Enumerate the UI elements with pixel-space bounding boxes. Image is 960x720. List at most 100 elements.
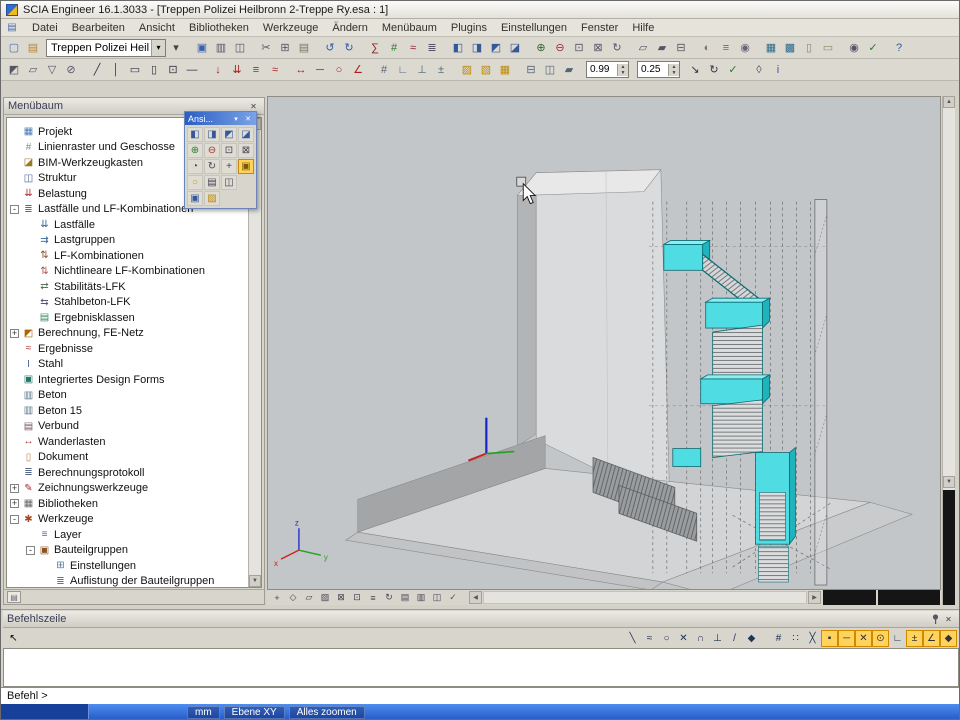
minimized-window-block[interactable]: [943, 490, 955, 605]
print-preview-icon[interactable]: ◫: [231, 39, 249, 57]
minimized-window-bar[interactable]: [878, 590, 940, 605]
column-icon[interactable]: │: [107, 61, 125, 79]
print-view-icon[interactable]: ▥: [413, 591, 429, 605]
wall-icon[interactable]: ▯: [145, 61, 163, 79]
menu-item[interactable]: Fenster: [574, 21, 625, 35]
mesh-icon[interactable]: #: [385, 39, 403, 57]
3d-viewport[interactable]: z x y: [267, 96, 941, 590]
hidden-lines-icon[interactable]: ▨: [317, 591, 333, 605]
wireframe-mode-icon[interactable]: ▱: [301, 591, 317, 605]
measure-icon[interactable]: ±: [432, 61, 450, 79]
status-item[interactable]: Ebene XY: [224, 706, 285, 719]
tree-item[interactable]: - ▣ Bauteilgruppen: [7, 543, 248, 559]
opacity-field[interactable]: 0.99 ▲▼: [586, 61, 629, 78]
view-axo-icon[interactable]: ◪: [238, 127, 254, 142]
status-item[interactable]: mm: [187, 706, 220, 719]
clipping-box-icon[interactable]: ⊟: [672, 39, 690, 57]
catalog-save-icon[interactable]: ▧: [477, 61, 495, 79]
tangent-snap-icon[interactable]: ◆: [940, 630, 957, 647]
tree-item[interactable]: ≡ Layer: [7, 527, 248, 543]
catalog-open-icon[interactable]: ▨: [458, 61, 476, 79]
spinner-arrows[interactable]: ▲▼: [668, 64, 679, 76]
close-icon[interactable]: ✕: [942, 613, 955, 625]
tree-item[interactable]: ⇅ Nichtlineare LF-Kombinationen: [7, 264, 248, 280]
view-top-icon[interactable]: ◩: [487, 39, 505, 57]
tree-item[interactable]: ⇆ Stahlbeton-LFK: [7, 295, 248, 311]
scroll-down-icon[interactable]: ▼: [943, 476, 955, 488]
coord-input-icon[interactable]: +: [269, 591, 285, 605]
results-icon[interactable]: ≈: [404, 39, 422, 57]
new-project-icon[interactable]: ▢: [5, 39, 23, 57]
zoom-out-icon[interactable]: ⊖: [551, 39, 569, 57]
minimized-window-bar[interactable]: [823, 590, 876, 605]
view-front-icon[interactable]: ◧: [187, 127, 203, 142]
grid-toggle-icon[interactable]: #: [770, 630, 787, 647]
temperature-load-icon[interactable]: ≈: [266, 61, 284, 79]
settings-check-icon[interactable]: ✓: [864, 39, 882, 57]
visibility-icon[interactable]: ◉: [736, 39, 754, 57]
catalog-blocks-icon[interactable]: ▦: [496, 61, 514, 79]
wireframe-icon[interactable]: ▱: [634, 39, 652, 57]
tree-item[interactable]: ▥ Beton: [7, 388, 248, 404]
member-icon[interactable]: ╱: [88, 61, 106, 79]
layers-manager-icon[interactable]: ≡: [717, 39, 735, 57]
surface-load-icon[interactable]: ≡: [247, 61, 265, 79]
scale-field[interactable]: 0.25 ▲▼: [637, 61, 680, 78]
snap-circle-icon[interactable]: ○: [658, 630, 675, 647]
grid-settings-icon[interactable]: #: [375, 61, 393, 79]
view-axo-icon[interactable]: ◪: [506, 39, 524, 57]
tree-item[interactable]: I Stahl: [7, 357, 248, 373]
filter-icon[interactable]: ▽: [43, 61, 61, 79]
scale-field-value[interactable]: 0.25: [638, 64, 668, 75]
palette-title-bar[interactable]: Ansi... ▾ ✕: [185, 112, 256, 125]
section-view-icon[interactable]: ⊟: [522, 61, 540, 79]
lock-view-icon[interactable]: ◊: [750, 61, 768, 79]
command-panel-header[interactable]: Befehlszeile ✕: [3, 611, 959, 628]
view-side-icon[interactable]: ◨: [204, 127, 220, 142]
draw-circle-icon[interactable]: ○: [330, 61, 348, 79]
intersection-snap-icon[interactable]: ✕: [855, 630, 872, 647]
rotate-view-icon[interactable]: ↻: [608, 39, 626, 57]
rotate-view-icon[interactable]: ↻: [204, 159, 220, 174]
scroll-left-icon[interactable]: ◀: [469, 591, 482, 604]
ortho-mode-icon[interactable]: ∟: [394, 61, 412, 79]
snap-slope-icon[interactable]: /: [726, 630, 743, 647]
menu-item[interactable]: Bibliotheken: [182, 21, 256, 35]
pin-icon[interactable]: [929, 613, 942, 625]
snapshot-icon[interactable]: ◉: [845, 39, 863, 57]
light-icon[interactable]: ○: [187, 175, 203, 190]
close-icon[interactable]: ✕: [243, 115, 253, 123]
print-icon[interactable]: ▥: [212, 39, 230, 57]
menu-item[interactable]: Menübaum: [375, 21, 444, 35]
project-combo[interactable]: Treppen Polizei Heil ▾: [46, 39, 166, 57]
redo-icon[interactable]: ↻: [340, 39, 358, 57]
menu-item[interactable]: Bearbeiten: [65, 21, 132, 35]
tree-dock-tab[interactable]: ▤: [7, 591, 21, 603]
dot-grid-toggle-icon[interactable]: ∷: [787, 630, 804, 647]
title-bar[interactable]: SCIA Engineer 16.1.3033 - [Treppen Poliz…: [1, 1, 959, 19]
zoom-all-icon[interactable]: ⊠: [238, 143, 254, 158]
horizontal-scrollbar-track[interactable]: [483, 591, 807, 604]
snap-line-icon[interactable]: ╲: [624, 630, 641, 647]
scroll-right-icon[interactable]: ▶: [808, 591, 821, 604]
spin-down-icon[interactable]: ▼: [621, 70, 626, 76]
tree-item[interactable]: ⇉ Lastgruppen: [7, 233, 248, 249]
scroll-up-icon[interactable]: ▲: [943, 96, 955, 108]
table-input-icon[interactable]: ▦: [762, 39, 780, 57]
palette-dropdown-icon[interactable]: ▾: [231, 115, 241, 123]
opacity-field-value[interactable]: 0.99: [587, 64, 617, 75]
refresh-icon[interactable]: ↻: [705, 61, 723, 79]
tree-item[interactable]: ▤ Verbund: [7, 419, 248, 435]
snap-point-icon[interactable]: ◆: [743, 630, 760, 647]
status-item[interactable]: Alles zoomen: [289, 706, 365, 719]
view-side-icon[interactable]: ◨: [468, 39, 486, 57]
tree-expander[interactable]: -: [10, 515, 19, 524]
draw-line-icon[interactable]: ─: [311, 61, 329, 79]
tree-item[interactable]: ⇄ Stabilitäts-LFK: [7, 279, 248, 295]
menu-item[interactable]: Einstellungen: [494, 21, 574, 35]
viewport-scrollbar[interactable]: ▲ ▼: [942, 96, 955, 605]
tree-item[interactable]: ≈ Ergebnisse: [7, 341, 248, 357]
zoom-window-bottom-icon[interactable]: ⊡: [349, 591, 365, 605]
menu-item[interactable]: Plugins: [444, 21, 494, 35]
tree-expander[interactable]: +: [10, 329, 19, 338]
